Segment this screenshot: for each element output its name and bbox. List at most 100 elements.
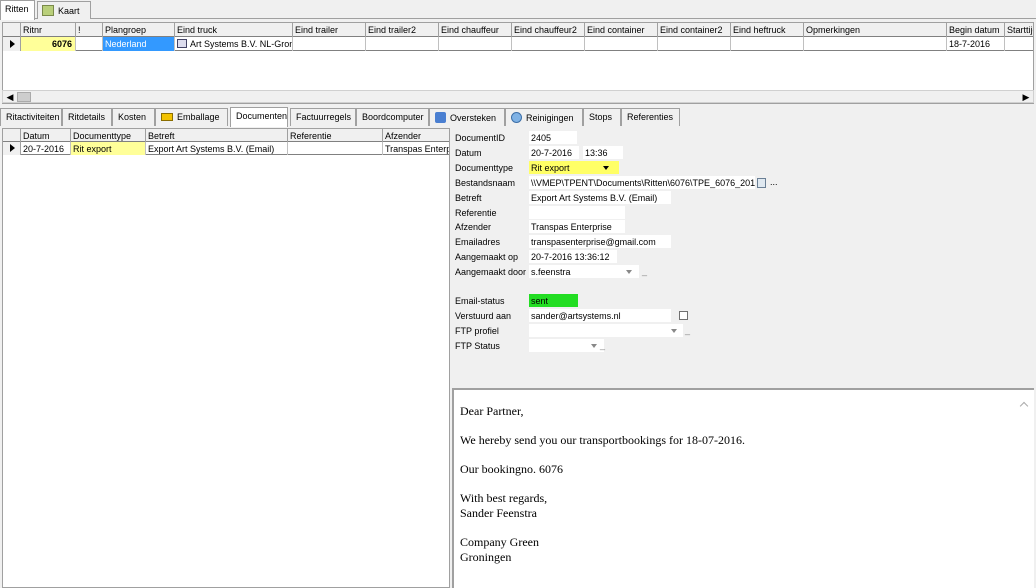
aangemaakt-door-more[interactable]: _ (642, 266, 647, 276)
email-greeting: Dear Partner, (460, 404, 524, 418)
col-header-eind-chauffeur[interactable]: Eind chauffeur (439, 23, 512, 37)
scroll-left-icon[interactable]: ◀ (4, 92, 16, 102)
col-header-documenttype[interactable]: Documenttype (71, 129, 146, 142)
verstuurd-aan-field[interactable]: sander@artsystems.nl (529, 309, 671, 322)
tab-documenten[interactable]: Documenten (230, 107, 288, 127)
ftp-profiel-select[interactable] (529, 324, 683, 337)
cell-eind-chauffeur2[interactable] (512, 37, 585, 51)
documenttype-select[interactable]: Rit export (529, 161, 619, 174)
table-row[interactable]: 20-7-2016 Rit export Export Art Systems … (3, 142, 449, 155)
current-row-arrow-icon (10, 144, 15, 152)
col-header-eind-heftruck[interactable]: Eind heftruck (731, 23, 804, 37)
col-header-eind-container[interactable]: Eind container (585, 23, 658, 37)
cell-eind-truck[interactable]: Art Systems B.V. NL-Groning (175, 37, 293, 51)
cell-begin-datum[interactable]: 18-7-2016 (947, 37, 1005, 51)
col-header-referentie[interactable]: Referentie (288, 129, 383, 142)
rides-grid-header: Ritnr ! Plangroep Eind truck Eind traile… (3, 23, 1033, 37)
col-header-datum[interactable]: Datum (21, 129, 71, 142)
col-header-betreft[interactable]: Betreft (146, 129, 288, 142)
email-signature-city: Groningen (460, 550, 512, 564)
scroll-thumb[interactable] (17, 92, 31, 102)
tab-kosten[interactable]: Kosten (112, 108, 155, 126)
tab-ritten[interactable]: Ritten (0, 0, 35, 20)
referentie-field[interactable] (529, 206, 625, 219)
verstuurd-checkbox[interactable] (679, 311, 688, 320)
tab-kaart[interactable]: Kaart (37, 1, 91, 19)
tab-reinigingen[interactable]: Reinigingen (505, 108, 583, 126)
tab-factuurregels[interactable]: Factuurregels (290, 108, 356, 126)
chevron-down-icon[interactable] (671, 329, 677, 333)
cell-datum[interactable]: 20-7-2016 (21, 142, 71, 155)
col-header-ritnr[interactable]: Ritnr (21, 23, 76, 37)
col-header-eind-chauffeur2[interactable]: Eind chauffeur2 (512, 23, 585, 37)
cell-betreft[interactable]: Export Art Systems B.V. (Email) (146, 142, 288, 155)
label-bestandsnaam: Bestandsnaam (455, 178, 516, 188)
tab-oversteken[interactable]: Oversteken (429, 108, 505, 126)
ftp-status-select[interactable] (529, 339, 604, 352)
col-header-eind-trailer2[interactable]: Eind trailer2 (366, 23, 439, 37)
document-details-panel: DocumentID 2405 Datum 20-7-2016 13:36 Do… (452, 128, 1034, 386)
email-body-viewer[interactable]: Dear Partner, We hereby send you our tra… (452, 388, 1034, 588)
bestandsnaam-field[interactable]: \\VMEP\TPENT\Documents\Ritten\6076\TPE_6… (529, 176, 755, 189)
tab-boordcomputer[interactable]: Boordcomputer (356, 108, 429, 126)
ftp-profiel-more[interactable]: _ (685, 325, 690, 335)
row-selector[interactable] (3, 142, 21, 155)
tijd-field[interactable]: 13:36 (583, 146, 623, 159)
label-verstuurd-aan: Verstuurd aan (455, 311, 512, 321)
chevron-down-icon[interactable] (626, 270, 632, 274)
label-datum: Datum (455, 148, 482, 158)
scroll-up-icon[interactable] (1020, 402, 1030, 412)
tab-ritten-label: Ritten (5, 4, 29, 14)
cell-ritnr[interactable]: 6076 (21, 37, 76, 51)
col-header-begin-datum[interactable]: Begin datum (947, 23, 1005, 37)
cell-starttijd[interactable] (1005, 37, 1033, 51)
cell-eind-container[interactable] (585, 37, 658, 51)
col-header-eind-container2[interactable]: Eind container2 (658, 23, 731, 37)
aangemaakt-op-field[interactable]: 20-7-2016 13:36:12 (529, 250, 617, 263)
col-header-eind-truck[interactable]: Eind truck (175, 23, 293, 37)
aangemaakt-door-select[interactable]: s.feenstra (529, 265, 639, 278)
cell-plangroep[interactable]: Nederland (103, 37, 175, 51)
emailadres-field[interactable]: transpasenterprise@gmail.com (529, 235, 671, 248)
cell-flag[interactable] (76, 37, 103, 51)
tab-ritactiviteiten[interactable]: Ritactiviteiten (0, 108, 62, 126)
cell-referentie[interactable] (288, 142, 383, 155)
tab-stops[interactable]: Stops (583, 108, 621, 126)
cell-eind-trailer[interactable] (293, 37, 366, 51)
open-file-icon[interactable] (757, 178, 766, 188)
cell-eind-heftruck[interactable] (731, 37, 804, 51)
rides-grid-hscrollbar[interactable]: ◀ ▶ (2, 90, 1034, 103)
col-header-starttijd[interactable]: Starttijd (1005, 23, 1033, 37)
betreft-field[interactable]: Export Art Systems B.V. (Email) (529, 191, 671, 204)
map-icon (42, 5, 54, 16)
ftp-status-more[interactable]: _ (600, 340, 605, 350)
cell-afzender[interactable]: Transpas Enterprise (383, 142, 449, 155)
cell-opmerkingen[interactable] (804, 37, 947, 51)
afzender-field[interactable]: Transpas Enterprise (529, 220, 625, 233)
scroll-right-icon[interactable]: ▶ (1020, 92, 1032, 102)
cell-eind-trailer2[interactable] (366, 37, 439, 51)
col-header-eind-trailer[interactable]: Eind trailer (293, 23, 366, 37)
cell-documenttype[interactable]: Rit export (71, 142, 146, 155)
col-header-plangroep[interactable]: Plangroep (103, 23, 175, 37)
browse-button[interactable]: ... (770, 177, 778, 187)
tab-emballage[interactable]: Emballage (155, 108, 228, 126)
col-header-opmerkingen[interactable]: Opmerkingen (804, 23, 947, 37)
col-header-flag[interactable]: ! (76, 23, 103, 37)
cell-eind-chauffeur[interactable] (439, 37, 512, 51)
cell-eind-container2[interactable] (658, 37, 731, 51)
label-emailadres: Emailadres (455, 237, 501, 247)
chevron-down-icon[interactable] (603, 166, 609, 170)
top-tab-bar: Ritten Kaart (0, 0, 1036, 20)
documents-grid-header: Datum Documenttype Betreft Referentie Af… (3, 129, 449, 142)
col-header-afzender[interactable]: Afzender (383, 129, 449, 142)
tab-ritdetails[interactable]: Ritdetails (62, 108, 112, 126)
documents-grid[interactable]: Datum Documenttype Betreft Referentie Af… (2, 128, 450, 588)
table-row[interactable]: 6076 Nederland Art Systems B.V. NL-Groni… (3, 37, 1033, 51)
document-id-field[interactable]: 2405 (529, 131, 577, 144)
row-selector-header (3, 129, 21, 142)
datum-field[interactable]: 20-7-2016 (529, 146, 579, 159)
tab-referenties[interactable]: Referenties (621, 108, 680, 126)
row-selector[interactable] (3, 37, 21, 51)
chevron-down-icon[interactable] (591, 344, 597, 348)
